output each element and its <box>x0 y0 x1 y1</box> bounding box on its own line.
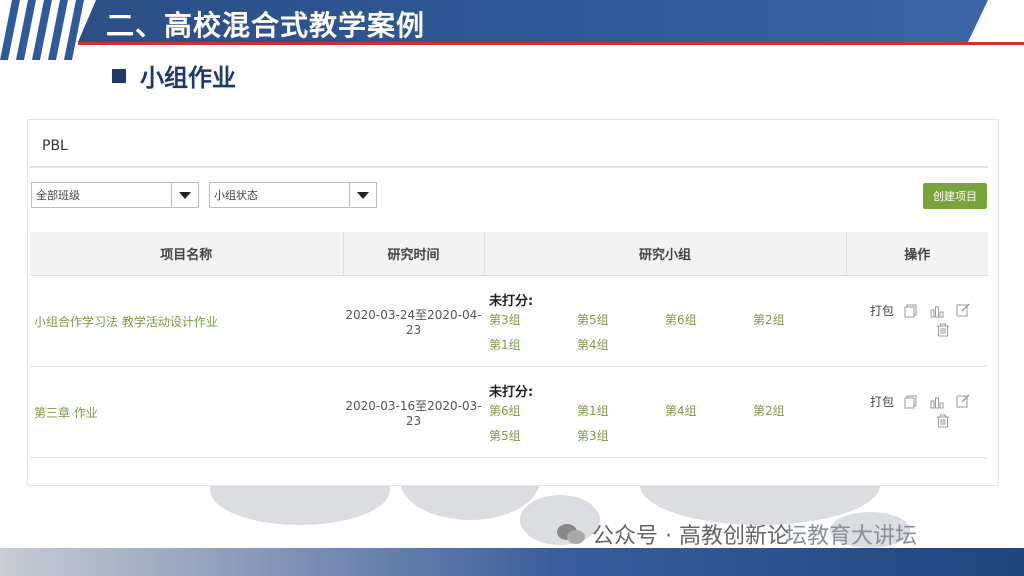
bar-chart-icon[interactable] <box>930 395 944 409</box>
project-name-link[interactable]: 第三章 作业 <box>30 366 343 458</box>
group-link[interactable]: 第1组 <box>577 402 665 419</box>
table-row: 小组合作学习法 教学活动设计作业 2020-03-24至2020-04-23 未… <box>30 275 988 367</box>
pbl-panel: PBL 全部班级 小组状态 创建项目 项目名称 研究时间 研究小组 操作 小组合… <box>27 119 999 486</box>
slide-subtitle: 小组作业 <box>140 64 236 92</box>
research-time: 2020-03-24至2020-04-23 <box>343 275 484 367</box>
group-link[interactable]: 第6组 <box>665 311 753 328</box>
group-cell: 未打分: 第3组 第5组 第6组 第2组 第1组 第4组 <box>484 275 846 367</box>
trash-icon[interactable] <box>936 323 950 337</box>
group-link[interactable]: 第5组 <box>489 427 577 444</box>
group-link[interactable]: 第3组 <box>577 427 665 444</box>
group-link[interactable]: 第2组 <box>753 311 841 328</box>
bottom-band <box>0 548 1024 576</box>
create-project-button[interactable]: 创建项目 <box>923 183 987 209</box>
table-header-row: 项目名称 研究时间 研究小组 操作 <box>30 232 988 276</box>
group-link[interactable]: 第4组 <box>665 402 753 419</box>
subtitle-row: 小组作业 <box>112 58 236 93</box>
chevron-down-icon[interactable] <box>349 183 376 207</box>
unscored-label: 未打分: <box>489 384 534 400</box>
group-link[interactable]: 第2组 <box>753 402 841 419</box>
status-filter-value: 小组状态 <box>214 189 258 202</box>
pack-link[interactable]: 打包 <box>870 302 894 319</box>
status-filter-select[interactable]: 小组状态 <box>209 182 377 208</box>
project-table: 项目名称 研究时间 研究小组 操作 小组合作学习法 教学活动设计作业 2020-… <box>30 232 988 458</box>
stripes-decoration <box>0 0 84 60</box>
slide-title: 二、高校混合式教学案例 <box>106 9 426 42</box>
column-header: 研究小组 <box>484 232 847 276</box>
group-cell: 未打分: 第6组 第1组 第4组 第2组 第5组 第3组 <box>484 366 846 458</box>
group-link[interactable]: 第1组 <box>489 336 577 353</box>
class-filter-select[interactable]: 全部班级 <box>31 182 199 208</box>
slide-banner: 二、高校混合式教学案例 <box>0 0 1024 60</box>
watermark-text: 公众号 · 高教创新论 <box>592 524 789 549</box>
column-header: 研究时间 <box>343 232 485 276</box>
unscored-label: 未打分: <box>489 293 534 309</box>
edit-icon[interactable] <box>956 394 970 408</box>
operations-cell: 打包 <box>846 275 988 367</box>
section-divider <box>30 166 988 168</box>
bar-chart-icon[interactable] <box>930 304 944 318</box>
group-link[interactable]: 第3组 <box>489 311 577 328</box>
project-name-link[interactable]: 小组合作学习法 教学活动设计作业 <box>30 275 343 367</box>
copy-icon[interactable] <box>904 395 918 409</box>
wechat-watermark: 公众号 · 高教创新论 坛教育大讲坛 <box>556 518 917 550</box>
group-link[interactable]: 第5组 <box>577 311 665 328</box>
watermark-text-2: 坛教育大讲坛 <box>784 524 917 549</box>
column-header: 项目名称 <box>30 232 344 276</box>
wechat-icon <box>557 524 585 544</box>
chevron-down-icon[interactable] <box>171 183 198 207</box>
section-title: PBL <box>42 138 68 154</box>
column-header: 操作 <box>846 232 988 276</box>
copy-icon[interactable] <box>904 304 918 318</box>
edit-icon[interactable] <box>956 303 970 317</box>
bullet-square-icon <box>112 68 126 83</box>
group-link[interactable]: 第6组 <box>489 402 577 419</box>
operations-cell: 打包 <box>846 366 988 458</box>
research-time: 2020-03-16至2020-03-23 <box>343 366 484 458</box>
pack-link[interactable]: 打包 <box>870 393 894 410</box>
table-row: 第三章 作业 2020-03-16至2020-03-23 未打分: 第6组 第1… <box>30 366 988 458</box>
trash-icon[interactable] <box>936 414 950 428</box>
class-filter-value: 全部班级 <box>36 189 80 202</box>
group-link[interactable]: 第4组 <box>577 336 665 353</box>
